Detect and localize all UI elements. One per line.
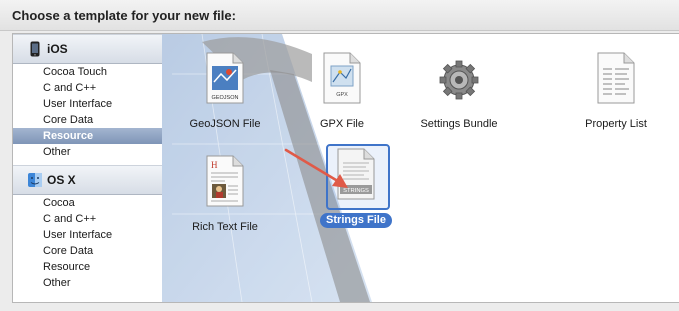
sidebar-item-c-and-cpp[interactable]: C and C++ xyxy=(13,211,163,227)
template-label: Strings File xyxy=(301,213,411,228)
property-list-icon xyxy=(597,52,635,104)
sidebar-item-core-data[interactable]: Core Data xyxy=(13,243,163,259)
template-label: GPX File xyxy=(319,118,364,130)
sidebar-item-user-interface[interactable]: User Interface xyxy=(13,96,163,112)
sidebar-item-resource[interactable]: Resource xyxy=(13,259,163,275)
template-geojson-file[interactable]: GEOJSON GeoJSON File xyxy=(170,44,280,144)
gpx-file-icon: GPX xyxy=(323,52,361,104)
dialog-header: Choose a template for your new file: xyxy=(0,0,679,31)
geojson-file-icon: GEOJSON xyxy=(206,52,244,104)
rich-text-file-icon: H xyxy=(206,155,244,207)
mac-finder-icon xyxy=(28,173,42,187)
sidebar-item-cocoa-touch[interactable]: Cocoa Touch xyxy=(13,64,163,80)
template-label: GeoJSON File xyxy=(189,118,261,130)
pointer-arrow xyxy=(284,148,348,188)
sidebar-group-ios[interactable]: iOS xyxy=(13,34,163,64)
iphone-icon xyxy=(30,41,40,57)
svg-text:H: H xyxy=(211,160,218,170)
template-label: Settings Bundle xyxy=(420,118,498,130)
settings-gear-icon xyxy=(439,60,479,100)
dialog-title: Choose a template for your new file: xyxy=(12,8,236,23)
template-grid: GEOJSON GeoJSON File GPX GPX File Settin… xyxy=(162,33,679,303)
template-gpx-file[interactable]: GPX GPX File xyxy=(287,44,397,144)
sidebar-item-cocoa[interactable]: Cocoa xyxy=(13,195,163,211)
template-label: Property List xyxy=(585,118,647,130)
sidebar-item-user-interface[interactable]: User Interface xyxy=(13,227,163,243)
sidebar-group-label: OS X xyxy=(47,173,76,187)
template-rich-text-file[interactable]: H Rich Text File xyxy=(170,147,280,247)
svg-text:GPX: GPX xyxy=(336,92,348,98)
template-settings-bundle[interactable]: Settings Bundle xyxy=(404,44,514,144)
sidebar-group-osx[interactable]: OS X xyxy=(13,165,163,195)
sidebar-item-c-and-cpp[interactable]: C and C++ xyxy=(13,80,163,96)
sidebar-group-label: iOS xyxy=(47,42,68,56)
svg-text:GEOJSON: GEOJSON xyxy=(212,95,239,101)
sidebar-item-other[interactable]: Other xyxy=(13,144,163,160)
template-category-sidebar: iOS Cocoa Touch C and C++ User Interface… xyxy=(12,33,164,303)
sidebar-item-other[interactable]: Other xyxy=(13,275,163,291)
sidebar-item-core-data[interactable]: Core Data xyxy=(13,112,163,128)
template-label: Rich Text File xyxy=(192,221,258,233)
sidebar-item-resource[interactable]: Resource xyxy=(13,128,163,144)
template-property-list[interactable]: Property List xyxy=(561,44,671,144)
